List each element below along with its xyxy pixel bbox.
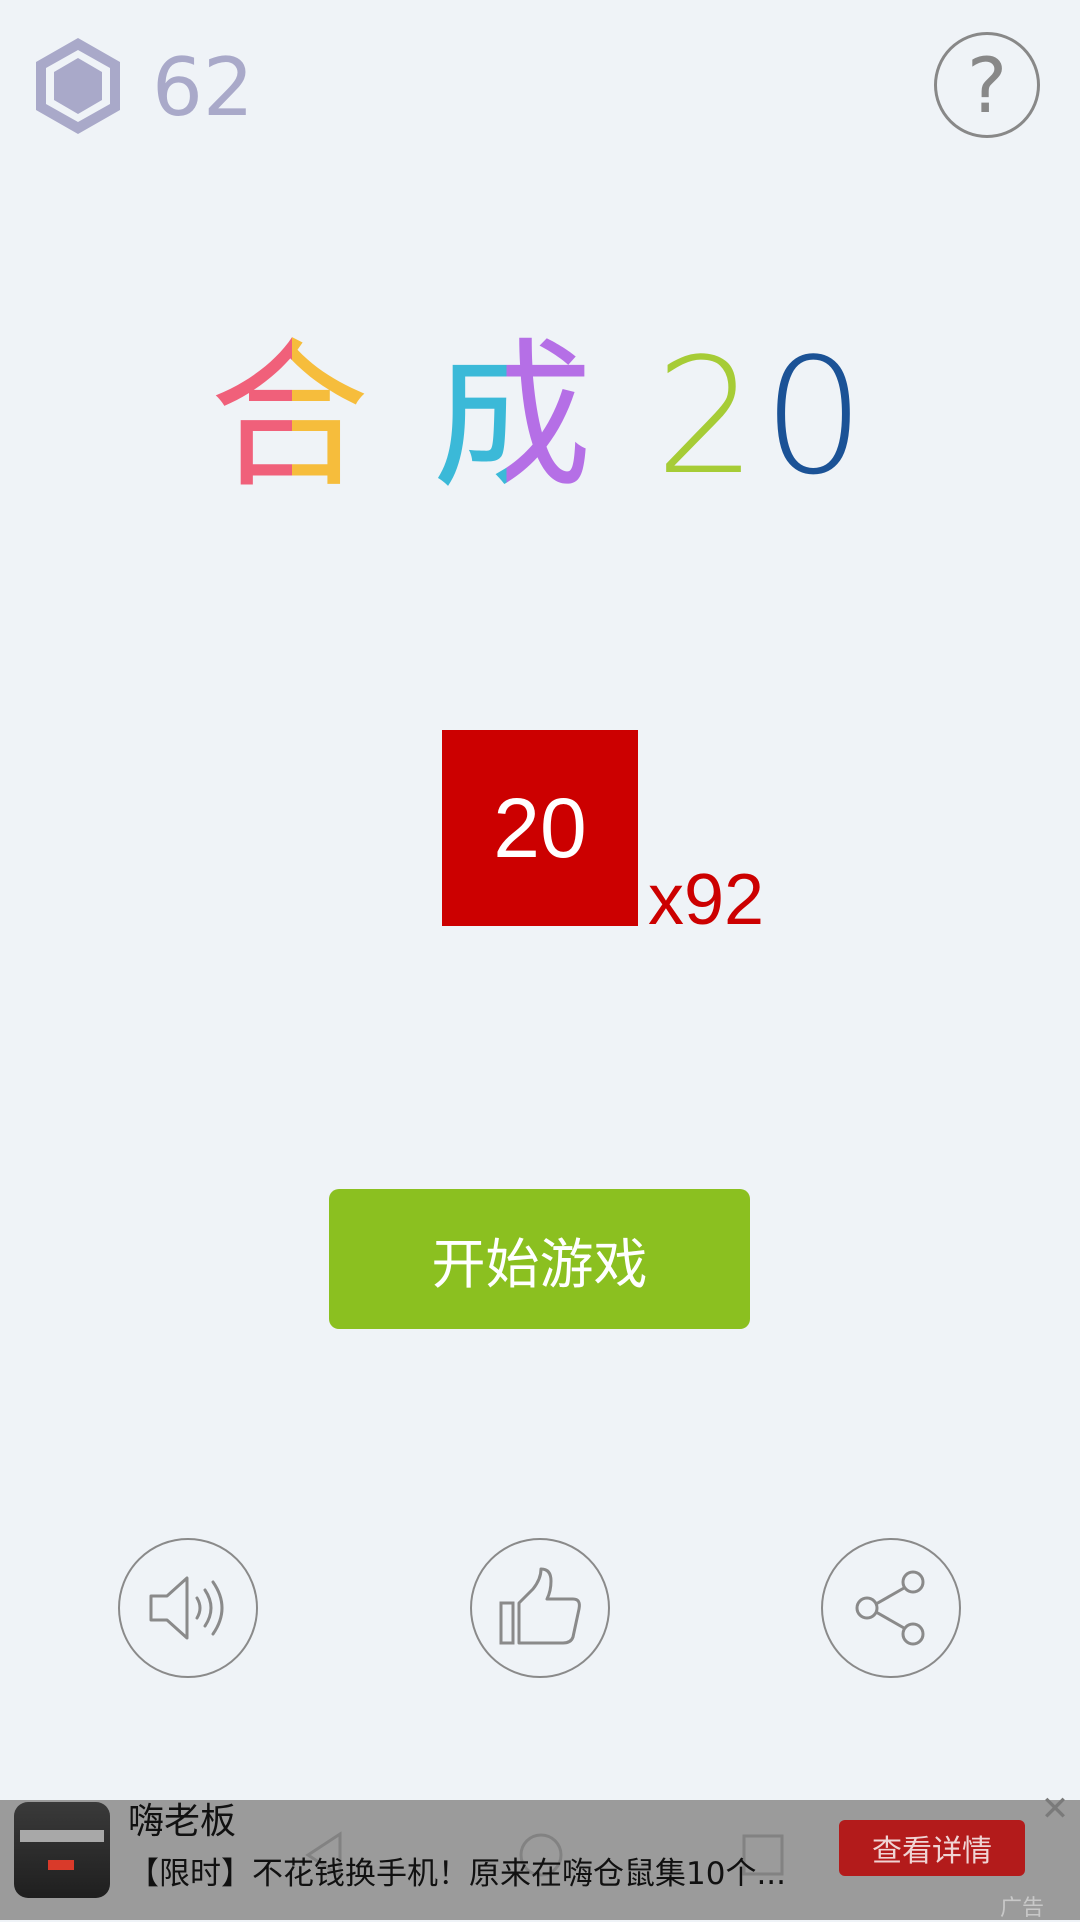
help-label: ? <box>966 40 1008 130</box>
start-game-button[interactable]: 开始游戏 <box>329 1189 750 1329</box>
share-icon <box>855 1570 925 1646</box>
title-char-he: 合 <box>209 323 376 510</box>
ad-thumbnail[interactable] <box>14 1802 110 1898</box>
title-char-two: 2 <box>655 323 763 510</box>
speaker-icon <box>149 1576 224 1640</box>
start-game-label: 开始游戏 <box>431 1232 648 1296</box>
title-char-zero: 0 <box>762 323 871 510</box>
tile-multiplier: x92 <box>648 860 765 940</box>
ad-description: 【限时】不花钱换手机！原来在嗨仓鼠集10个... <box>128 1856 787 1892</box>
share-button[interactable] <box>821 1538 961 1678</box>
tile-value: 20 <box>493 780 587 875</box>
ad-close-icon[interactable]: ✕ <box>1040 1792 1070 1826</box>
help-button[interactable]: ? <box>934 32 1040 138</box>
game-title: 合 成 20 <box>0 332 1080 502</box>
ad-label: 广告 <box>1000 1896 1045 1921</box>
thumbs-up-icon <box>499 1567 581 1645</box>
ad-title: 嗨老板 <box>128 1801 237 1842</box>
gem-icon <box>30 34 126 138</box>
sound-button[interactable] <box>118 1538 258 1678</box>
tile-20: 20 <box>442 730 638 926</box>
like-button[interactable] <box>470 1538 610 1678</box>
gem-count: 62 <box>152 41 254 134</box>
ad-view-details-button[interactable]: 查看详情 <box>839 1820 1025 1876</box>
title-char-cheng: 成 <box>432 323 599 510</box>
